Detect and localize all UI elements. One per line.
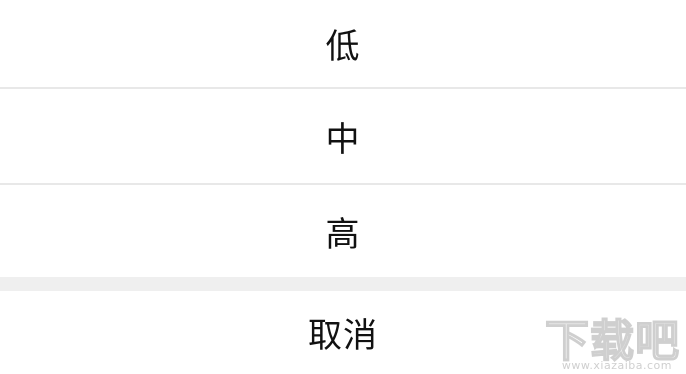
watermark-url: www.xiazaiba.com xyxy=(561,359,672,372)
cancel-label: 取消 xyxy=(308,316,378,356)
action-sheet: 低 中 高 取消 下载吧 www.xiazaiba.com xyxy=(0,0,686,374)
option-low[interactable]: 低 xyxy=(0,0,686,87)
option-medium[interactable]: 中 xyxy=(0,89,686,183)
option-high-label: 高 xyxy=(325,214,361,255)
section-gap xyxy=(0,277,686,291)
option-high[interactable]: 高 xyxy=(0,185,686,277)
option-medium-label: 中 xyxy=(325,119,361,160)
option-low-label: 低 xyxy=(325,27,361,67)
watermark-logo: 下载吧 xyxy=(544,316,680,367)
